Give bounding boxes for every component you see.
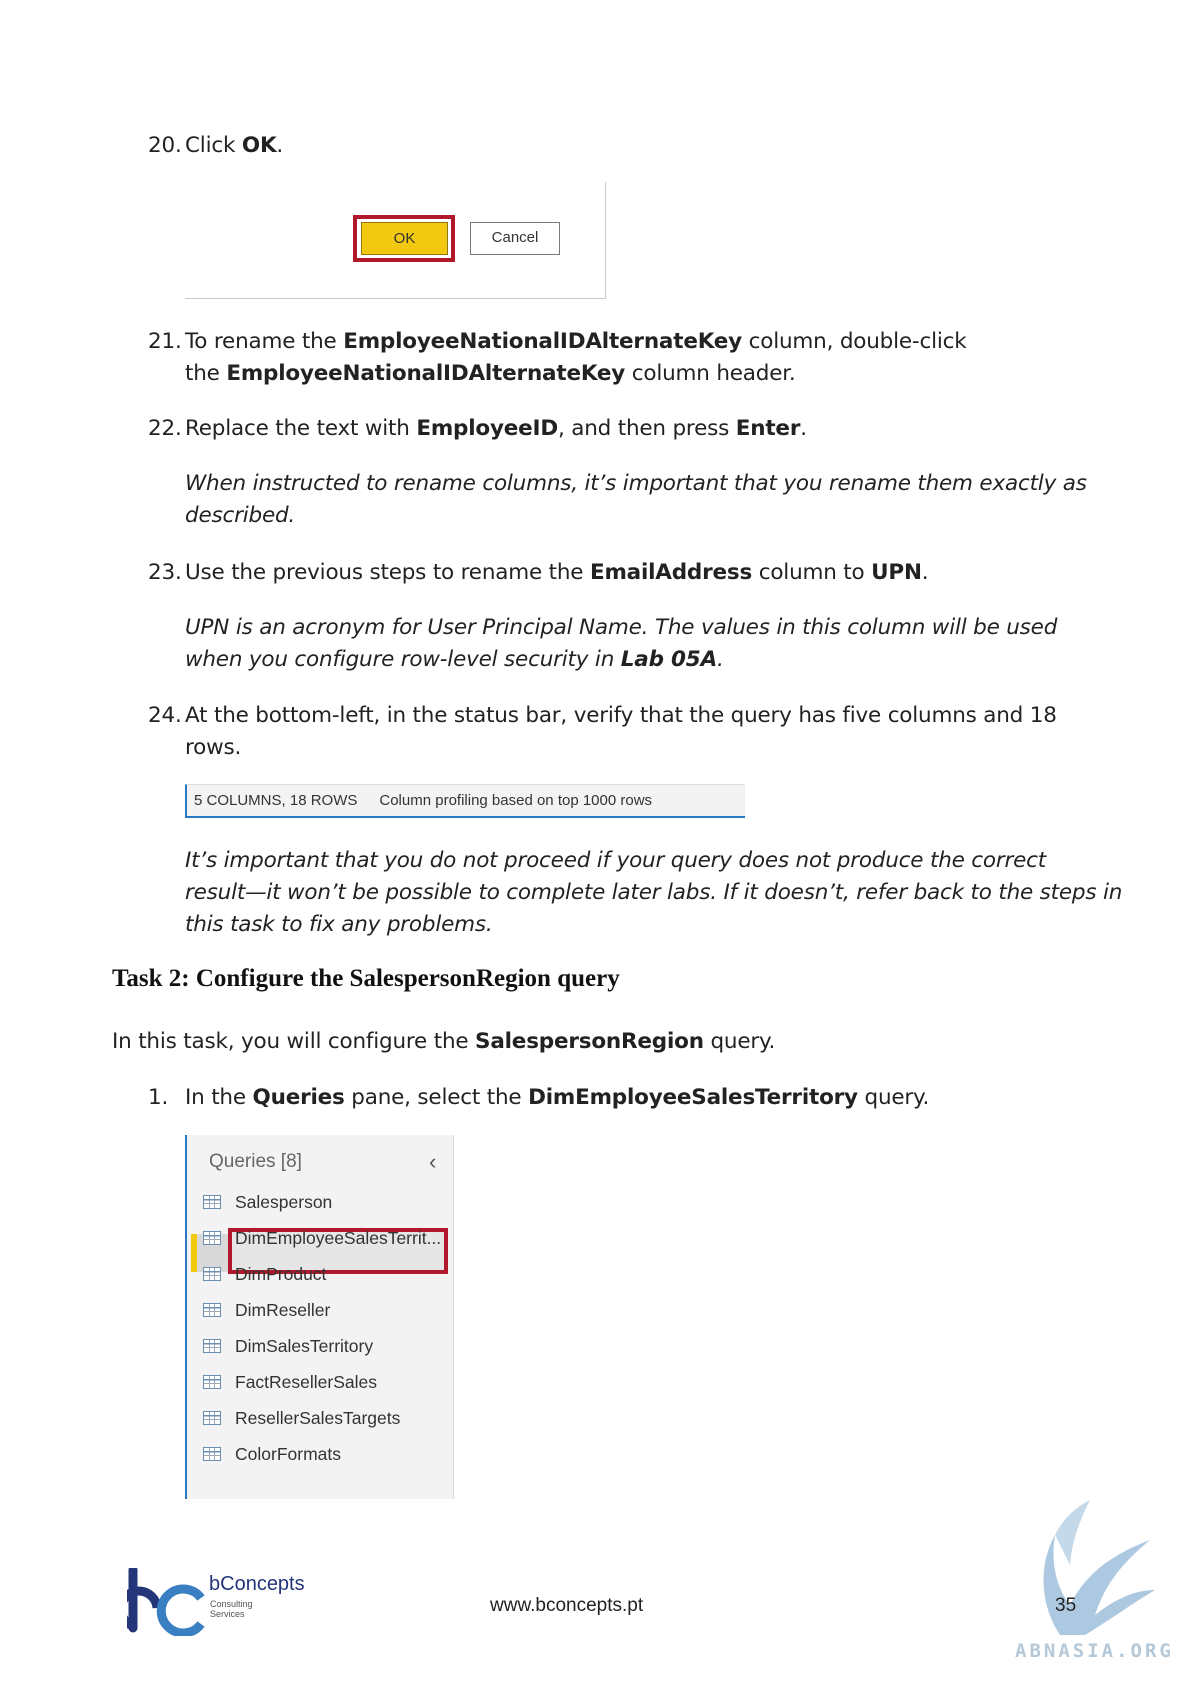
column-row-count: 5 COLUMNS, 18 ROWS (194, 792, 358, 809)
brand-name: bConcepts (209, 1573, 305, 1595)
query-label: DimSalesTerritory (235, 1336, 374, 1356)
step-bold: Queries (252, 1085, 345, 1110)
step-text: column header. (625, 361, 796, 386)
step-text: . (921, 560, 929, 585)
step-text: Click (185, 133, 242, 158)
task-heading: Task 2: Configure the SalespersonRegion … (112, 965, 620, 992)
query-label: FactResellerSales (235, 1372, 377, 1392)
bc-logo-icon (116, 1565, 205, 1638)
query-item-resellersalestargets[interactable]: ResellerSalesTargets (201, 1401, 447, 1435)
note-23: UPN is an acronym for User Principal Nam… (185, 612, 1057, 676)
step-bold: UPN (871, 560, 922, 585)
query-label: Salesperson (235, 1192, 333, 1212)
task-intro: In this task, you will configure the Sal… (112, 1026, 775, 1058)
query-item-factresellersales[interactable]: FactResellerSales (201, 1365, 447, 1399)
step-bold: OK (241, 133, 277, 158)
table-icon (203, 1303, 221, 1317)
ok-button[interactable]: OK (361, 222, 448, 255)
step-bold: EmailAddress (589, 560, 753, 585)
step-text: . (800, 416, 807, 441)
step-text: At the bottom-left, in the status bar, v… (185, 703, 1057, 728)
table-icon (203, 1411, 221, 1425)
step-bold: EmployeeID (416, 416, 558, 441)
watermark-text: ABNASIA.ORG (1015, 1640, 1174, 1662)
table-icon (203, 1267, 221, 1281)
table-icon (203, 1339, 221, 1353)
profiling-status[interactable]: Column profiling based on top 1000 rows (379, 792, 652, 809)
note-line: when you configure row-level security in… (185, 644, 1057, 676)
step-text: rows. (185, 735, 242, 760)
intro-text: In this task, you will configure the (112, 1029, 476, 1054)
note-bold: Lab 05A (620, 647, 718, 672)
step-number: 1. (148, 1085, 169, 1110)
bconcepts-logo: bConcepts Consulting Services (116, 1565, 327, 1638)
note-24: It’s important that you do not proceed i… (185, 845, 1122, 941)
table-icon (203, 1195, 221, 1209)
table-icon (203, 1375, 221, 1389)
step-text: . (276, 133, 284, 158)
note-line: described. (185, 503, 296, 528)
step-number: 21. (148, 329, 182, 354)
brand-sub: Consulting (210, 1599, 253, 1609)
step-text: query. (857, 1085, 930, 1110)
intro-text: query. (703, 1029, 776, 1054)
query-label: DimProduct (235, 1264, 327, 1284)
note-line: result—it won’t be possible to complete … (185, 880, 1123, 905)
table-icon (203, 1447, 221, 1461)
brand-sub: Services (210, 1609, 245, 1619)
step-text: the (185, 361, 227, 386)
query-item-dimproduct[interactable]: DimProduct (201, 1257, 447, 1291)
step-bold: Enter (735, 416, 801, 441)
step-bold: EmployeeNationalIDAlternateKey (343, 329, 742, 354)
page-number: 35 (1055, 1595, 1077, 1616)
step-text: column, double-click (741, 329, 967, 354)
query-label: DimEmployeeSalesTerrit... (235, 1228, 442, 1248)
query-label: DimReseller (235, 1300, 331, 1320)
step-text: To rename the (185, 329, 344, 354)
step-number: 24. (148, 703, 182, 728)
status-bar: 5 COLUMNS, 18 ROWS Column profiling based… (185, 784, 745, 818)
step-text: , and then press (557, 416, 736, 441)
step-text: Replace the text with (185, 416, 417, 441)
note-line: UPN is an acronym for User Principal Nam… (185, 615, 1058, 640)
table-icon (203, 1231, 221, 1245)
note-line: When instructed to rename columns, it’s … (185, 471, 1087, 496)
step-text: In the (185, 1085, 253, 1110)
step-text: pane, select the (344, 1085, 529, 1110)
query-label: ResellerSalesTargets (235, 1408, 401, 1428)
cancel-button[interactable]: Cancel (470, 222, 560, 255)
step-bold: DimEmployeeSalesTerritory (528, 1085, 858, 1110)
step-bold: EmployeeNationalIDAlternateKey (226, 361, 626, 386)
queries-list: Salesperson DimEmployeeSalesTerrit... Di… (185, 1135, 454, 1499)
intro-bold: SalespersonRegion (475, 1029, 704, 1054)
step-number: 23. (148, 560, 182, 585)
step-number: 22. (148, 416, 182, 441)
step-text: Use the previous steps to rename the (185, 560, 590, 585)
footer-url[interactable]: www.bconcepts.pt (490, 1595, 643, 1617)
note-text: when you configure row-level security in (185, 647, 621, 672)
note-22: When instructed to rename columns, it’s … (185, 468, 1087, 532)
query-item-salesperson[interactable]: Salesperson (201, 1185, 447, 1219)
note-line: It’s important that you do not proceed i… (185, 848, 1047, 873)
query-item-dimsalesterritory[interactable]: DimSalesTerritory (201, 1329, 447, 1363)
step-number: 20. (148, 133, 182, 158)
step-text: column to (752, 560, 872, 585)
note-line: this task to fix any problems. (185, 912, 493, 937)
note-text: . (717, 647, 724, 672)
query-item-dimreseller[interactable]: DimReseller (201, 1293, 447, 1327)
query-label: ColorFormats (235, 1444, 341, 1464)
query-item-dimemployeesalesterritory[interactable]: DimEmployeeSalesTerrit... (201, 1221, 447, 1255)
watermark-bird-icon (1043, 1500, 1155, 1635)
query-item-colorformats[interactable]: ColorFormats (201, 1437, 447, 1471)
